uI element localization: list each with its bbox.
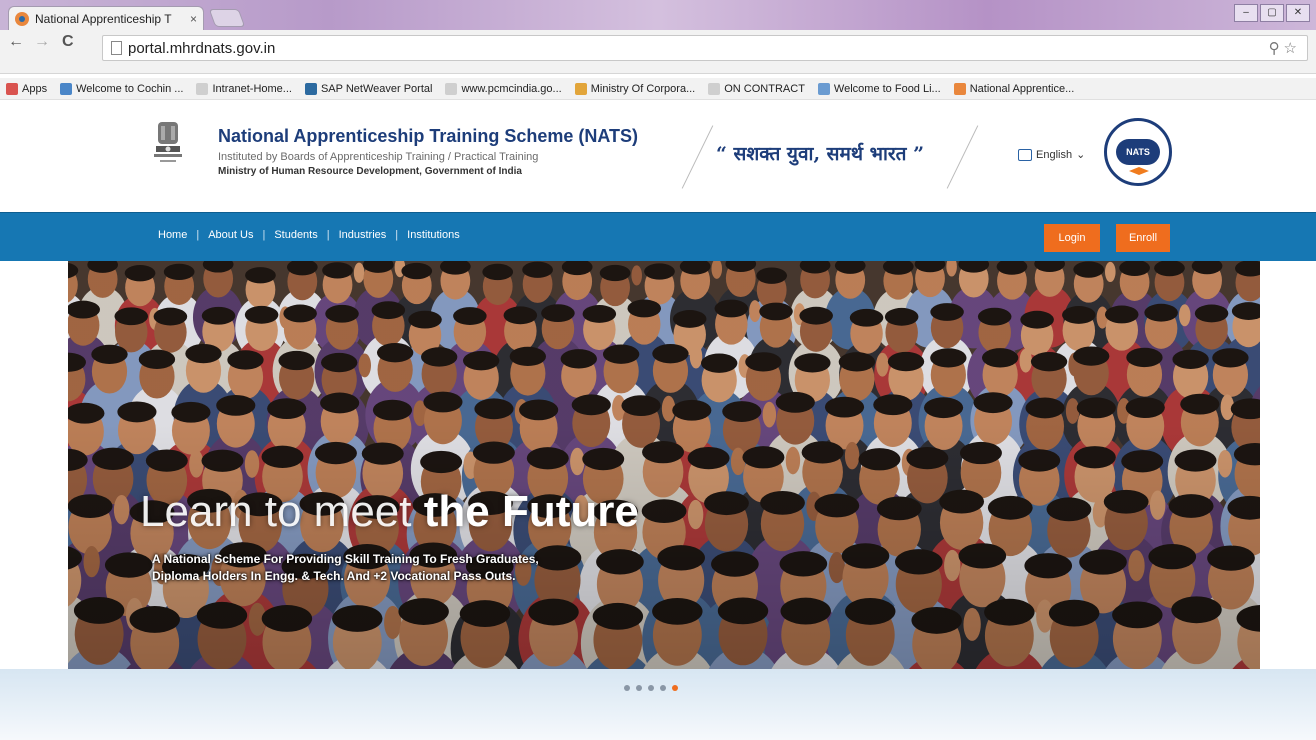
bookmark-label: www.pcmcindia.go... <box>461 82 562 95</box>
new-tab-button[interactable] <box>208 9 246 27</box>
ministry-text: Ministry of Human Resource Development, … <box>218 166 522 177</box>
bookmark-favicon-icon <box>445 82 458 95</box>
hero-title: Learn to meet the Future <box>140 487 639 537</box>
tab-title: National Apprenticeship T <box>35 11 172 26</box>
chevron-down-icon: ⌄ <box>1076 149 1086 161</box>
bookmark-favicon-icon <box>817 82 830 95</box>
site-header: National Apprenticeship Training Scheme … <box>0 100 1316 212</box>
bookmark-item[interactable]: Welcome to Food Li... <box>817 82 941 95</box>
hero-title-bold: the Future <box>423 487 639 536</box>
language-selector[interactable]: English ⌄ <box>1018 148 1085 161</box>
bookmark-label: SAP NetWeaver Portal <box>320 82 433 95</box>
bookmark-label: Ministry Of Corpora... <box>590 82 696 95</box>
nav-separator: | <box>196 229 200 241</box>
nats-logo-text: NATS <box>1116 139 1160 165</box>
carousel-dot[interactable] <box>624 685 630 691</box>
reload-icon[interactable]: C <box>62 33 74 51</box>
browser-toolbar: ← → C portal.mhrdnats.gov.in ⚲☆ <box>0 30 1316 74</box>
bookmark-favicon-icon <box>60 82 73 95</box>
bookmark-favicon-icon <box>574 82 587 95</box>
url-text: portal.mhrdnats.gov.in <box>128 39 276 57</box>
hero-banner: Learn to meet the Future A National Sche… <box>68 261 1260 669</box>
nav-link-home[interactable]: Home <box>158 229 187 241</box>
apps-grid-icon <box>6 82 18 95</box>
bookmark-label: Welcome to Cochin ... <box>76 82 184 95</box>
graduation-cap-icon <box>1129 167 1149 175</box>
login-button[interactable]: Login <box>1044 224 1100 252</box>
carousel-strip <box>0 669 1316 740</box>
tab-close-icon[interactable]: × <box>190 12 197 26</box>
back-arrow-icon[interactable]: ← <box>8 33 24 51</box>
bookmark-label: Intranet-Home... <box>212 82 292 95</box>
bookmark-favicon-icon <box>708 82 721 95</box>
bookmark-item[interactable]: ON CONTRACT <box>708 82 805 95</box>
bookmarks-bar: Apps Welcome to Cochin ... Intranet-Home..… <box>0 78 1316 100</box>
bookmark-item[interactable]: Intranet-Home... <box>196 82 292 95</box>
nav-link-about-us[interactable]: About Us <box>208 229 253 241</box>
divider <box>946 125 979 189</box>
nav-link-institutions[interactable]: Institutions <box>407 229 460 241</box>
nav-links: Home | About Us | Students | Industries | Instit… <box>158 229 460 241</box>
nats-favicon-icon <box>15 11 29 26</box>
browser-titlebar: National Apprenticeship T × ‒ ▢ ✕ <box>0 0 1316 30</box>
nav-link-industries[interactable]: Industries <box>339 229 387 241</box>
site-title[interactable]: National Apprenticeship Training Scheme … <box>218 126 638 147</box>
page-icon <box>111 41 122 55</box>
bookmark-favicon-icon <box>196 82 209 95</box>
main-nav: Home | About Us | Students | Industries | Instit… <box>0 212 1316 261</box>
minimize-icon[interactable]: ‒ <box>1234 4 1258 22</box>
nav-link-students[interactable]: Students <box>274 229 317 241</box>
browser-tab[interactable]: National Apprenticeship T × <box>8 6 204 30</box>
forward-arrow-icon[interactable]: → <box>34 33 50 51</box>
bookmark-label: Apps <box>22 82 48 95</box>
bookmark-star-icon[interactable]: ⚲☆ <box>1269 39 1301 57</box>
nats-logo: NATS <box>1104 118 1172 186</box>
nav-separator: | <box>262 229 266 241</box>
ashoka-emblem-icon <box>154 122 182 162</box>
carousel-dot[interactable] <box>672 685 678 691</box>
hero-title-light: Learn to meet <box>140 487 424 536</box>
nav-separator: | <box>395 229 399 241</box>
site-subtitle: Instituted by Boards of Apprenticeship T… <box>218 151 539 163</box>
bookmark-label: National Apprentice... <box>969 82 1075 95</box>
bookmark-label: Welcome to Food Li... <box>833 82 941 95</box>
nav-separator: | <box>326 229 330 241</box>
carousel-dots <box>624 685 678 691</box>
hero-description-line: A National Scheme For Providing Skill Tr… <box>152 552 539 566</box>
window-controls: ‒ ▢ ✕ <box>1234 4 1310 22</box>
close-window-icon[interactable]: ✕ <box>1286 4 1310 22</box>
enroll-button[interactable]: Enroll <box>1116 224 1170 252</box>
translate-icon <box>1018 148 1032 161</box>
carousel-dot[interactable] <box>660 685 666 691</box>
address-bar[interactable]: portal.mhrdnats.gov.in ⚲☆ <box>102 35 1308 61</box>
language-label: English <box>1036 148 1073 161</box>
bookmark-label: ON CONTRACT <box>724 82 805 95</box>
bookmark-favicon-icon <box>953 82 966 95</box>
bookmark-item[interactable]: Ministry Of Corpora... <box>574 82 696 95</box>
maximize-icon[interactable]: ▢ <box>1260 4 1284 22</box>
carousel-dot[interactable] <box>648 685 654 691</box>
apps-bookmark[interactable]: Apps <box>6 82 48 95</box>
hero-description: A National Scheme For Providing Skill Tr… <box>152 551 539 585</box>
tagline: “ सशक्त युवा, समर्थ भारत ” <box>716 143 925 165</box>
bookmark-favicon-icon <box>304 82 317 95</box>
carousel-dot[interactable] <box>636 685 642 691</box>
bookmark-item[interactable]: Welcome to Cochin ... <box>60 82 184 95</box>
hero-description-line: Diploma Holders In Engg. & Tech. And +2 … <box>152 569 516 583</box>
bookmark-item[interactable]: SAP NetWeaver Portal <box>304 82 433 95</box>
bookmark-item[interactable]: www.pcmcindia.go... <box>445 82 562 95</box>
bookmark-item[interactable]: National Apprentice... <box>953 82 1075 95</box>
divider <box>681 125 714 189</box>
